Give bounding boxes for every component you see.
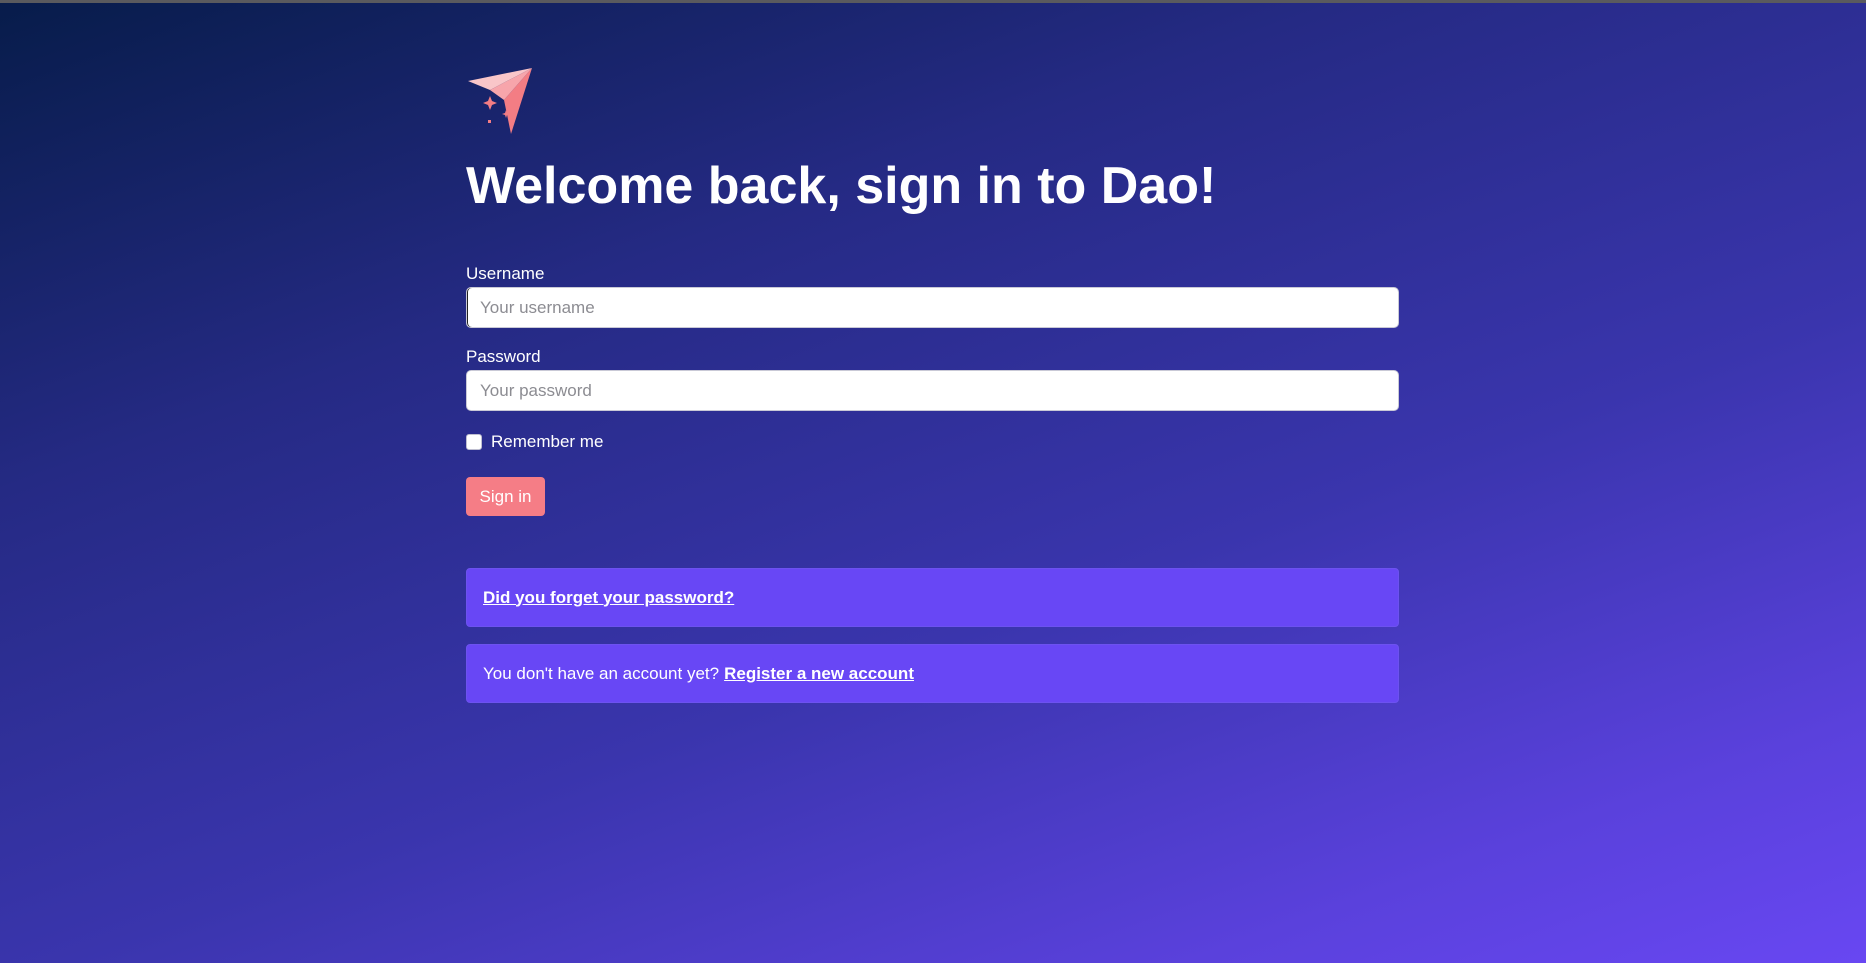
register-notice: You don't have an account yet? Register …	[466, 644, 1399, 703]
password-group: Password	[466, 347, 1399, 411]
remember-me-checkbox[interactable]	[466, 434, 482, 450]
username-input[interactable]	[466, 287, 1399, 328]
remember-me-row: Remember me	[466, 432, 1399, 452]
password-input[interactable]	[466, 370, 1399, 411]
remember-me-label[interactable]: Remember me	[491, 432, 603, 452]
password-label: Password	[466, 347, 541, 366]
register-prompt-text: You don't have an account yet?	[483, 663, 720, 683]
username-group: Username	[466, 264, 1399, 328]
login-container: Welcome back, sign in to Dao! Username P…	[466, 66, 1399, 703]
username-label: Username	[466, 264, 545, 283]
login-form: Username Password Remember me Sign in	[466, 264, 1399, 516]
forgot-password-link[interactable]: Did you forget your password?	[483, 588, 734, 608]
page-title: Welcome back, sign in to Dao!	[466, 157, 1217, 215]
forgot-password-notice: Did you forget your password?	[466, 568, 1399, 627]
sign-in-button[interactable]: Sign in	[466, 477, 545, 516]
paper-plane-logo-icon	[468, 68, 532, 134]
register-link[interactable]: Register a new account	[724, 664, 914, 684]
window-top-border	[0, 0, 1866, 3]
